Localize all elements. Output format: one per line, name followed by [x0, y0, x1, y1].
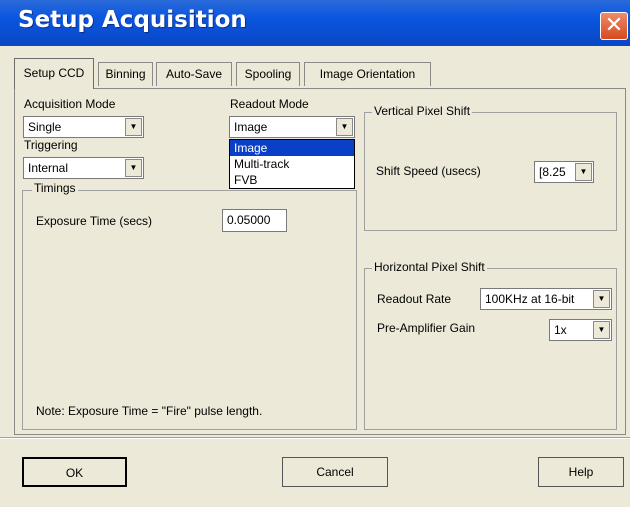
- triggering-value: Internal: [28, 161, 69, 175]
- triggering-select[interactable]: Internal ▼: [23, 157, 144, 179]
- chevron-down-icon[interactable]: ▼: [125, 159, 142, 177]
- pre-amplifier-gain-select[interactable]: 1x ▼: [549, 319, 612, 341]
- tab-image-orientation[interactable]: Image Orientation: [304, 62, 431, 86]
- readout-option-multi-track[interactable]: Multi-track: [230, 156, 354, 172]
- chevron-down-icon[interactable]: ▼: [125, 118, 142, 136]
- chevron-down-icon[interactable]: ▼: [593, 290, 610, 308]
- acquisition-mode-select[interactable]: Single ▼: [23, 116, 144, 138]
- window-title: Setup Acquisition: [18, 7, 247, 33]
- readout-option-fvb[interactable]: FVB: [230, 172, 354, 188]
- horizontal-pixel-shift-title: Horizontal Pixel Shift: [372, 260, 487, 274]
- pre-amplifier-gain-label: Pre-Amplifier Gain: [377, 321, 476, 335]
- tab-binning[interactable]: Binning: [98, 62, 153, 86]
- acquisition-mode-label: Acquisition Mode: [24, 97, 116, 111]
- tab-auto-save[interactable]: Auto-Save: [156, 62, 232, 86]
- help-button[interactable]: Help: [538, 457, 624, 487]
- readout-option-image[interactable]: Image: [230, 140, 354, 156]
- chevron-down-icon[interactable]: ▼: [575, 163, 592, 181]
- exposure-time-input[interactable]: 0.05000: [222, 209, 287, 232]
- title-bar: Setup Acquisition ✕: [0, 0, 630, 46]
- shift-speed-value: [8.25: [539, 165, 566, 179]
- acquisition-mode-value: Single: [28, 120, 62, 134]
- readout-rate-value: 100KHz at 16-bit: [485, 292, 575, 306]
- button-divider: [0, 437, 630, 439]
- shift-speed-label: Shift Speed (usecs): [376, 164, 481, 178]
- pre-amplifier-gain-value: 1x: [554, 323, 567, 337]
- shift-speed-select[interactable]: [8.25 ▼: [534, 161, 594, 183]
- vertical-pixel-shift-title: Vertical Pixel Shift: [372, 104, 473, 118]
- readout-mode-value: Image: [234, 120, 268, 134]
- triggering-label: Triggering: [24, 138, 78, 152]
- readout-mode-dropdown-list: Image Multi-track FVB: [229, 139, 355, 189]
- tab-spooling[interactable]: Spooling: [236, 62, 300, 86]
- exposure-note: Note: Exposure Time = "Fire" pulse lengt…: [36, 404, 263, 418]
- setup-acquisition-dialog: Setup Acquisition ✕ Setup CCD Binning Au…: [0, 0, 630, 507]
- timings-group-title: Timings: [32, 181, 78, 195]
- exposure-time-label: Exposure Time (secs): [36, 214, 153, 228]
- readout-mode-select[interactable]: Image ▼: [229, 116, 355, 138]
- chevron-down-icon[interactable]: ▼: [336, 118, 353, 136]
- close-icon[interactable]: ✕: [600, 12, 628, 40]
- tab-setup-ccd[interactable]: Setup CCD: [14, 58, 94, 89]
- cancel-button[interactable]: Cancel: [282, 457, 388, 487]
- ok-button[interactable]: OK: [22, 457, 127, 487]
- readout-rate-select[interactable]: 100KHz at 16-bit ▼: [480, 288, 612, 310]
- readout-mode-label: Readout Mode: [230, 97, 309, 111]
- chevron-down-icon[interactable]: ▼: [593, 321, 610, 339]
- readout-rate-label: Readout Rate: [377, 292, 452, 306]
